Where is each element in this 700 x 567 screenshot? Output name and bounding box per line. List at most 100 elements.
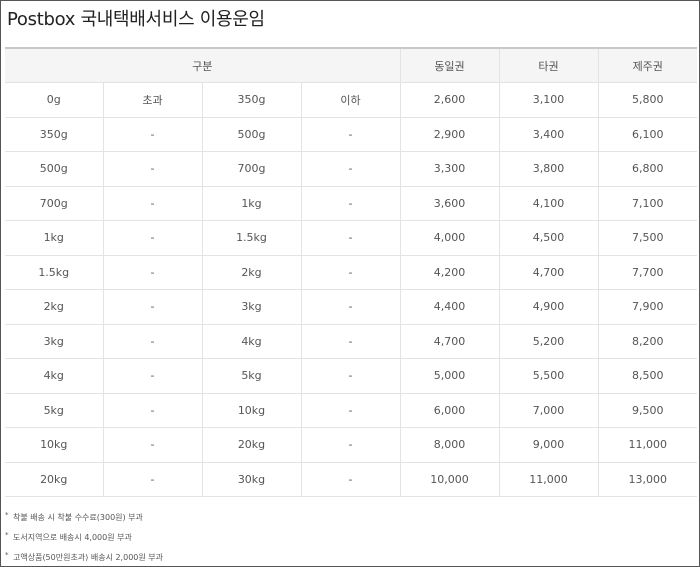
note-text: 착불 배송 시 착불 수수료(300원) 부과 [13,513,143,522]
weight-from-cell: 1kg [5,220,103,256]
price-other-region-cell: 5,500 [498,358,598,394]
price-same-region-cell: 2,900 [399,117,499,152]
table-row: 2kg -3kg -4,400 4,900 7,900 [5,289,697,325]
price-other-region-cell: 4,900 [498,289,598,325]
note-text: 고액상품(50만원초과) 배송시 2,000원 부과 [13,553,163,562]
price-jeju-region-cell: 5,800 [597,82,697,118]
from-qualifier-cell: - [102,117,202,152]
from-qualifier-cell: - [102,255,202,290]
weight-to-cell: 10kg [201,393,301,428]
rate-table-body: 0g 초과 350g 이하 2,600 3,100 5,800 350g -500g -2,900… [5,82,697,497]
price-same-region-cell: 4,000 [399,220,499,256]
weight-from-cell: 2kg [5,289,103,325]
table-row: 4kg -5kg -5,000 5,500 8,500 [5,358,697,394]
price-jeju-region-cell: 6,100 [597,117,697,152]
weight-to-cell: 30kg [201,462,301,497]
price-same-region-cell: 4,400 [399,289,499,325]
to-qualifier-cell: - [300,117,400,152]
price-jeju-region-cell: 8,200 [597,324,697,359]
price-jeju-region-cell: 7,900 [597,289,697,325]
price-same-region-cell: 8,000 [399,427,499,463]
price-jeju-region-cell: 7,500 [597,220,697,256]
from-qualifier-cell: - [102,151,202,187]
price-same-region-cell: 4,200 [399,255,499,290]
price-same-region-cell: 2,600 [399,82,499,118]
from-qualifier-cell: - [102,186,202,221]
price-same-region-cell: 3,300 [399,151,499,187]
note-item: * 착불 배송 시 착불 수수료(300원) 부과 [5,511,163,531]
table-row: 500g -700g -3,300 3,800 6,800 [5,151,697,187]
weight-to-cell: 4kg [201,324,301,359]
table-row: 3kg -4kg -4,700 5,200 8,200 [5,324,697,359]
weight-from-cell: 500g [5,151,103,187]
from-qualifier-cell: - [102,220,202,256]
price-other-region-cell: 4,700 [498,255,598,290]
weight-from-cell: 3kg [5,324,103,359]
weight-from-cell: 10kg [5,427,103,463]
price-same-region-cell: 10,000 [399,462,499,497]
price-other-region-cell: 5,200 [498,324,598,359]
from-qualifier-cell: - [102,358,202,394]
price-jeju-region-cell: 8,500 [597,358,697,394]
to-qualifier-cell: - [300,427,400,463]
note-marker: * [5,531,9,539]
from-qualifier-cell: - [102,462,202,497]
table-row: 10kg -20kg -8,000 9,000 11,000 [5,427,697,463]
rate-table: 구분 동일권 타권 제주권 0g 초과 350g 이하 2,600 3,100 5,800 3… [5,47,697,497]
to-qualifier-cell: - [300,289,400,325]
price-other-region-cell: 9,000 [498,427,598,463]
from-qualifier-cell: - [102,393,202,428]
to-qualifier-cell: - [300,151,400,187]
table-row: 350g -500g -2,900 3,400 6,100 [5,117,697,152]
header-category: 구분 [5,47,400,83]
price-jeju-region-cell: 13,000 [597,462,697,497]
price-jeju-region-cell: 7,700 [597,255,697,290]
to-qualifier-cell: - [300,462,400,497]
header-other-region: 타권 [498,47,598,83]
table-row: 20kg -30kg -10,000 11,000 13,000 [5,462,697,497]
from-qualifier-cell: - [102,289,202,325]
header-jeju-region: 제주권 [597,47,697,83]
to-qualifier-cell: - [300,393,400,428]
price-same-region-cell: 3,600 [399,186,499,221]
table-row: 1kg -1.5kg -4,000 4,500 7,500 [5,220,697,256]
note-item: * 도서지역으로 배송시 4,000원 부과 [5,531,163,551]
price-other-region-cell: 4,100 [498,186,598,221]
to-qualifier-cell: - [300,186,400,221]
weight-to-cell: 2kg [201,255,301,290]
price-other-region-cell: 3,400 [498,117,598,152]
weight-from-cell: 350g [5,117,103,152]
to-qualifier-cell: - [300,255,400,290]
price-jeju-region-cell: 6,800 [597,151,697,187]
note-item: * 고액상품(50만원초과) 배송시 2,000원 부과 [5,551,163,566]
price-other-region-cell: 7,000 [498,393,598,428]
from-qualifier-cell: 초과 [102,82,202,118]
weight-to-cell: 1.5kg [201,220,301,256]
table-row: 0g 초과 350g 이하 2,600 3,100 5,800 [5,82,697,118]
weight-from-cell: 0g [5,82,103,118]
from-qualifier-cell: - [102,427,202,463]
weight-to-cell: 500g [201,117,301,152]
table-row: 700g -1kg -3,600 4,100 7,100 [5,186,697,221]
table-row: 5kg -10kg -6,000 7,000 9,500 [5,393,697,428]
price-same-region-cell: 6,000 [399,393,499,428]
to-qualifier-cell: - [300,324,400,359]
price-same-region-cell: 5,000 [399,358,499,394]
weight-from-cell: 4kg [5,358,103,394]
price-other-region-cell: 3,800 [498,151,598,187]
from-qualifier-cell: - [102,324,202,359]
note-marker: * [5,511,9,519]
header-same-region: 동일권 [399,47,499,83]
notes-list: * 착불 배송 시 착불 수수료(300원) 부과 * 도서지역으로 배송시 4,00… [5,511,163,566]
page-frame: Postbox 국내택배서비스 이용운임 구분 동일권 타권 제주권 0g 초과 3… [0,0,700,567]
weight-from-cell: 20kg [5,462,103,497]
weight-to-cell: 20kg [201,427,301,463]
weight-to-cell: 3kg [201,289,301,325]
note-marker: * [5,551,9,559]
price-jeju-region-cell: 9,500 [597,393,697,428]
weight-to-cell: 350g [201,82,301,118]
price-same-region-cell: 4,700 [399,324,499,359]
to-qualifier-cell: 이하 [300,82,400,118]
to-qualifier-cell: - [300,358,400,394]
price-jeju-region-cell: 7,100 [597,186,697,221]
